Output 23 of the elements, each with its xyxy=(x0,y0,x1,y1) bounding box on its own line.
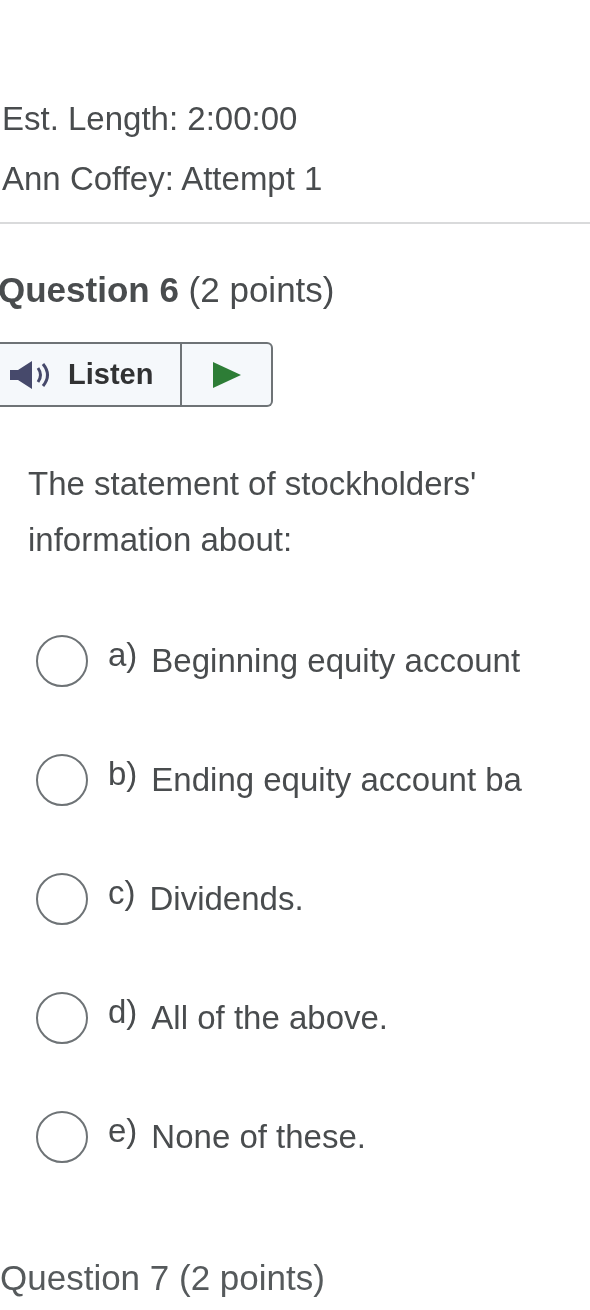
option-text: Beginning equity account xyxy=(151,641,521,682)
radio-button[interactable] xyxy=(36,635,88,687)
radio-button[interactable] xyxy=(36,754,88,806)
question-text: The statement of stockholders' xyxy=(28,464,478,504)
attempt-text: Ann Coffey: Attempt 1 xyxy=(2,159,324,199)
play-icon xyxy=(212,361,241,388)
option-text: None of these. xyxy=(151,1117,366,1158)
option-letter: e) xyxy=(108,1111,138,1152)
est-length-text: Est. Length: 2:00:00 xyxy=(2,99,299,139)
option-letter: d) xyxy=(108,992,138,1033)
listen-button[interactable]: Listen xyxy=(0,344,182,405)
radio-button[interactable] xyxy=(36,873,88,925)
option-text: Dividends. xyxy=(149,879,304,920)
question-title: Question 6 (2 points) xyxy=(0,269,336,311)
radio-button[interactable] xyxy=(36,1111,88,1163)
option-letter: a) xyxy=(108,635,138,676)
question-text: information about: xyxy=(28,520,294,560)
question-title: Question 7 (2 points) xyxy=(0,1257,325,1299)
option-text: Ending equity account ba xyxy=(151,760,522,801)
radio-button[interactable] xyxy=(36,992,88,1044)
option-text: All of the above. xyxy=(151,998,388,1039)
option-letter: c) xyxy=(108,873,136,914)
option-letter: b) xyxy=(108,754,138,795)
